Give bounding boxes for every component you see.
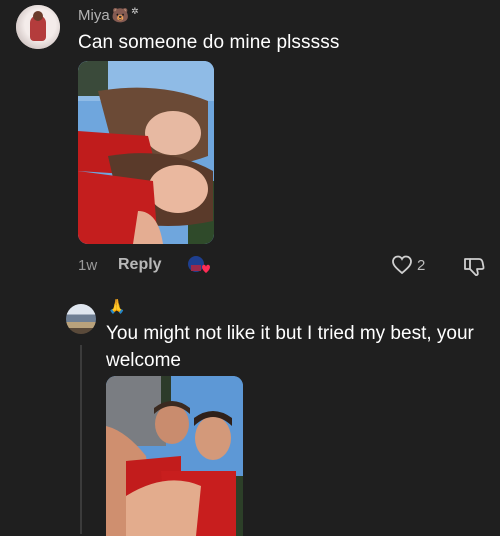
bear-emoji: 🐻 (111, 7, 130, 23)
like-count: 2 (417, 257, 426, 274)
comment-text: Can someone do mine plsssss (78, 32, 340, 53)
thread-line (80, 345, 82, 534)
thumbs-down-icon[interactable] (462, 254, 486, 278)
comment-time: 1w (78, 257, 98, 274)
pray-emoji: 🙏 (108, 298, 126, 314)
creator-liked-icon (187, 255, 211, 277)
comment-photo-image (78, 61, 214, 244)
reply-avatar[interactable] (66, 304, 96, 334)
reply-photo[interactable] (106, 376, 243, 536)
commenter-avatar[interactable] (16, 5, 60, 49)
reply-photo-image (106, 376, 243, 536)
reply-button[interactable]: Reply (118, 256, 162, 274)
reply-text: You might not like it but I tried my bes… (106, 323, 474, 371)
heart-outline-icon[interactable] (391, 254, 413, 276)
comment-username[interactable]: Miya 🐻 ✲ (78, 6, 139, 24)
username-text: Miya (78, 7, 110, 24)
comment-photo[interactable] (78, 61, 214, 244)
sparkle-icon: ✲ (131, 6, 139, 16)
